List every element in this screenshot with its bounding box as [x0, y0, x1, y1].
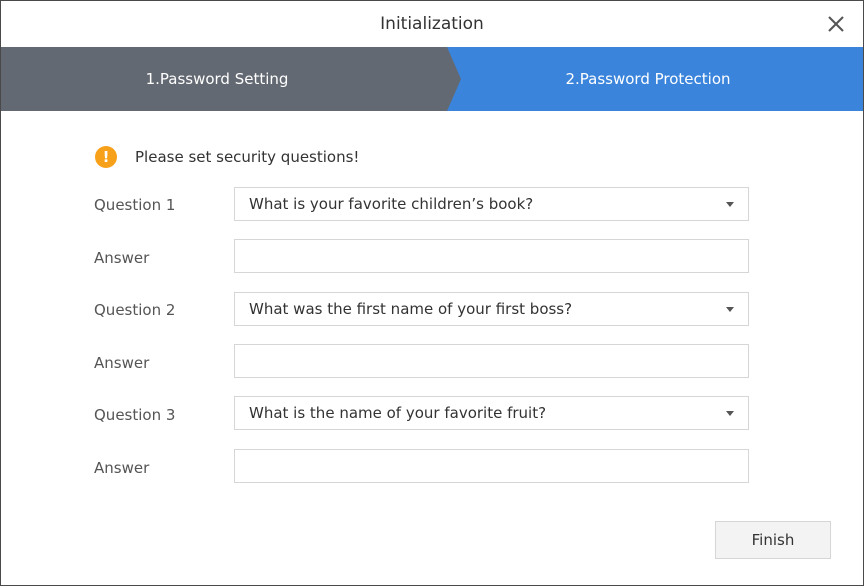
chevron-down-icon	[726, 411, 734, 416]
question-2-value: What was the first name of your first bo…	[249, 300, 573, 318]
question-2-label: Question 2	[94, 301, 176, 319]
chevron-down-icon	[726, 202, 734, 207]
window-title: Initialization	[380, 14, 484, 34]
chevron-down-icon	[726, 307, 734, 312]
question-1-value: What is your favorite children’s book?	[249, 195, 534, 213]
question-3-value: What is the name of your favorite fruit?	[249, 404, 547, 422]
answer-2-input[interactable]	[234, 344, 749, 378]
answer-2-label: Answer	[94, 354, 150, 372]
question-1-label: Question 1	[94, 196, 176, 214]
step-label: 2.Password Protection	[565, 70, 731, 88]
question-2-select[interactable]: What was the first name of your first bo…	[234, 292, 749, 326]
finish-button[interactable]: Finish	[715, 521, 831, 559]
step-password-protection: 2.Password Protection	[433, 47, 863, 111]
security-questions-notice: Please set security questions!	[135, 148, 360, 166]
question-3-label: Question 3	[94, 406, 176, 424]
step-progress: 2.Password Protection 1.Password Setting	[1, 47, 863, 111]
answer-3-label: Answer	[94, 459, 150, 477]
step-password-setting: 1.Password Setting	[1, 47, 461, 111]
question-3-select[interactable]: What is the name of your favorite fruit?	[234, 396, 749, 430]
answer-1-label: Answer	[94, 249, 150, 267]
title-bar: Initialization	[1, 1, 863, 47]
answer-1-input[interactable]	[234, 239, 749, 273]
answer-3-input[interactable]	[234, 449, 749, 483]
warning-icon: !	[95, 146, 117, 168]
initialization-dialog: Initialization 2.Password Protection 1.P…	[0, 0, 864, 586]
question-1-select[interactable]: What is your favorite children’s book?	[234, 187, 749, 221]
close-icon[interactable]	[823, 11, 849, 37]
step-label: 1.Password Setting	[145, 70, 289, 88]
